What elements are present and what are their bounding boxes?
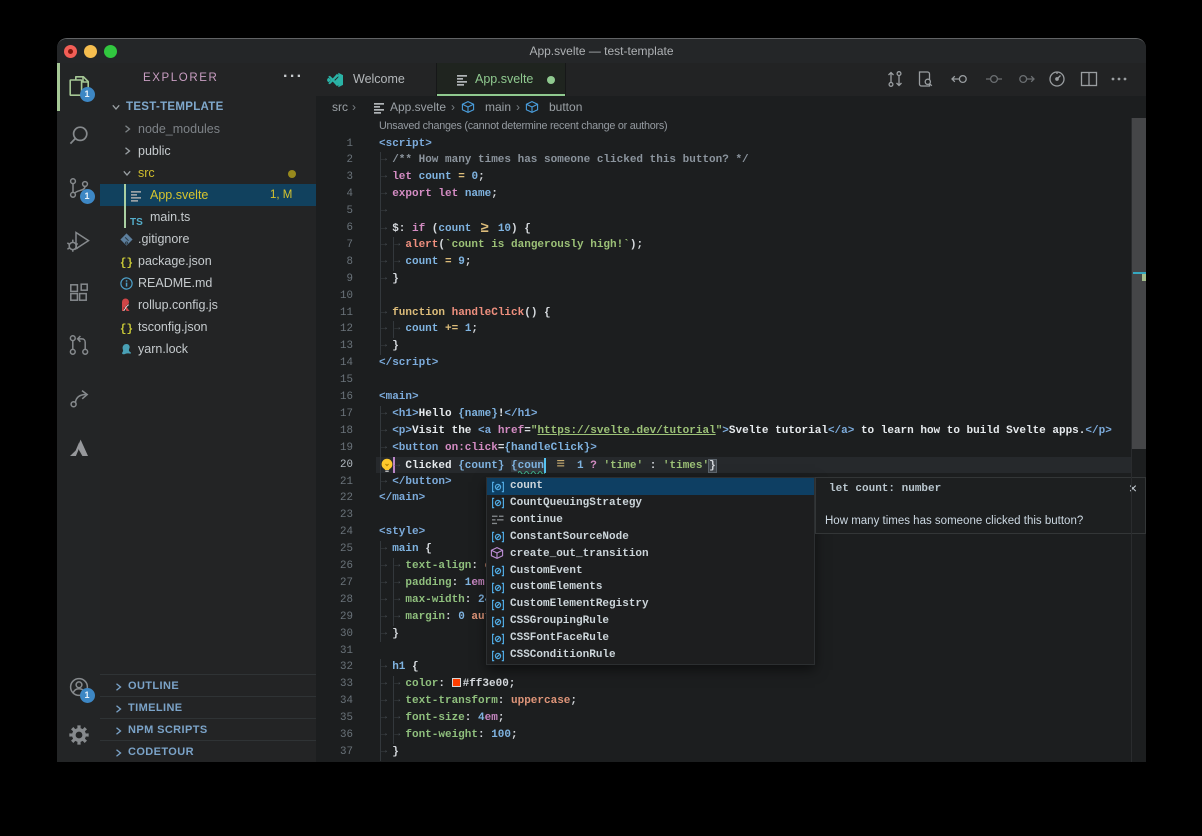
svg-text:{}: {}	[120, 323, 133, 335]
svg-text:{}: {}	[120, 257, 133, 269]
